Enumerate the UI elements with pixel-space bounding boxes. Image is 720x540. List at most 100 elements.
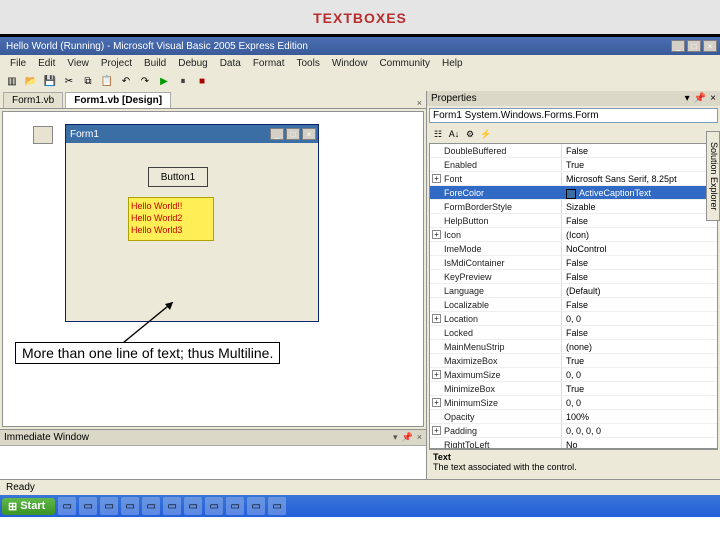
menu-view[interactable]: View — [61, 58, 95, 69]
property-value[interactable]: True — [562, 158, 717, 171]
menu-debug[interactable]: Debug — [172, 58, 213, 69]
property-value[interactable]: 0, 0 — [562, 312, 717, 325]
panel-close-icon[interactable]: × — [417, 432, 422, 443]
form1-minimize-button[interactable]: _ — [270, 128, 284, 140]
property-row-opacity[interactable]: Opacity100% — [430, 410, 717, 424]
property-value[interactable]: False — [562, 298, 717, 311]
run-icon[interactable]: ▶ — [156, 73, 172, 89]
property-value[interactable]: Sizable — [562, 200, 717, 213]
property-value[interactable]: (Default) — [562, 284, 717, 297]
expand-icon[interactable]: + — [432, 314, 441, 323]
menu-edit[interactable]: Edit — [32, 58, 61, 69]
cut-icon[interactable]: ✂ — [61, 73, 77, 89]
menu-data[interactable]: Data — [214, 58, 247, 69]
immediate-window-header[interactable]: Immediate Window ▾ 📌 × — [0, 430, 426, 446]
taskbar-item[interactable]: ▭ — [226, 497, 244, 515]
expand-icon[interactable]: + — [432, 398, 441, 407]
panel-close-icon[interactable]: × — [710, 93, 716, 104]
redo-icon[interactable]: ↷ — [137, 73, 153, 89]
property-row-doublebuffered[interactable]: DoubleBufferedFalse — [430, 144, 717, 158]
menu-project[interactable]: Project — [95, 58, 138, 69]
immediate-body[interactable] — [0, 446, 426, 483]
save-icon[interactable]: 💾 — [42, 73, 58, 89]
design-surface[interactable]: Form1 _ □ × Button1 Hello World!!Hello W… — [2, 111, 424, 427]
panel-pin-icon[interactable]: 📌 — [402, 432, 413, 443]
property-row-mainmenustrip[interactable]: MainMenuStrip(none) — [430, 340, 717, 354]
expand-icon[interactable]: + — [432, 426, 441, 435]
taskbar-item[interactable]: ▭ — [163, 497, 181, 515]
property-row-ismdicontainer[interactable]: IsMdiContainerFalse — [430, 256, 717, 270]
tab-close-icon[interactable]: × — [417, 98, 422, 108]
button1[interactable]: Button1 — [148, 167, 208, 187]
form-file-icon[interactable] — [33, 126, 53, 144]
property-row-minimizebox[interactable]: MinimizeBoxTrue — [430, 382, 717, 396]
menu-tools[interactable]: Tools — [291, 58, 326, 69]
panel-dropdown-icon[interactable]: ▾ — [393, 432, 398, 443]
property-value[interactable]: False — [562, 270, 717, 283]
properties-grid[interactable]: DoubleBufferedFalseEnabledTrue+FontMicro… — [429, 143, 718, 449]
taskbar-item[interactable]: ▭ — [58, 497, 76, 515]
taskbar-item[interactable]: ▭ — [184, 497, 202, 515]
alphabetical-icon[interactable]: A↓ — [447, 127, 461, 141]
close-button[interactable]: × — [703, 40, 717, 52]
property-row-formborderstyle[interactable]: FormBorderStyleSizable — [430, 200, 717, 214]
taskbar-item[interactable]: ▭ — [268, 497, 286, 515]
form1-maximize-button[interactable]: □ — [286, 128, 300, 140]
property-row-padding[interactable]: +Padding0, 0, 0, 0 — [430, 424, 717, 438]
menu-format[interactable]: Format — [247, 58, 291, 69]
start-button[interactable]: ⊞ Start — [2, 498, 55, 515]
property-value[interactable]: 0, 0, 0, 0 — [562, 424, 717, 437]
property-value[interactable]: 0, 0 — [562, 368, 717, 381]
property-value[interactable]: Microsoft Sans Serif, 8.25pt — [562, 172, 717, 185]
property-value[interactable]: False — [562, 214, 717, 227]
property-row-font[interactable]: +FontMicrosoft Sans Serif, 8.25pt — [430, 172, 717, 186]
new-project-icon[interactable]: ▥ — [4, 73, 20, 89]
minimize-button[interactable]: _ — [671, 40, 685, 52]
paste-icon[interactable]: 📋 — [99, 73, 115, 89]
tab-form1-design[interactable]: Form1.vb [Design] — [65, 92, 171, 108]
property-row-keypreview[interactable]: KeyPreviewFalse — [430, 270, 717, 284]
property-value[interactable]: False — [562, 256, 717, 269]
property-row-maximumsize[interactable]: +MaximumSize0, 0 — [430, 368, 717, 382]
menu-file[interactable]: File — [4, 58, 32, 69]
property-row-maximizebox[interactable]: MaximizeBoxTrue — [430, 354, 717, 368]
menu-window[interactable]: Window — [326, 58, 374, 69]
taskbar-item[interactable]: ▭ — [205, 497, 223, 515]
property-row-language[interactable]: Language(Default) — [430, 284, 717, 298]
property-row-minimumsize[interactable]: +MinimumSize0, 0 — [430, 396, 717, 410]
property-value[interactable]: True — [562, 382, 717, 395]
panel-dropdown-icon[interactable]: ▾ — [685, 93, 690, 104]
pause-icon[interactable]: ⏸ — [175, 73, 191, 89]
taskbar-item[interactable]: ▭ — [247, 497, 265, 515]
property-row-locked[interactable]: LockedFalse — [430, 326, 717, 340]
property-row-righttoleft[interactable]: RightToLeftNo — [430, 438, 717, 449]
stop-icon[interactable]: ■ — [194, 73, 210, 89]
copy-icon[interactable]: ⧉ — [80, 73, 96, 89]
tab-form1-code[interactable]: Form1.vb — [3, 92, 63, 108]
property-row-forecolor[interactable]: ForeColorActiveCaptionText — [430, 186, 717, 200]
multiline-textbox[interactable]: Hello World!!Hello World2Hello World3 — [128, 197, 214, 241]
property-row-localizable[interactable]: LocalizableFalse — [430, 298, 717, 312]
expand-icon[interactable]: + — [432, 370, 441, 379]
property-value[interactable]: (Icon) — [562, 228, 717, 241]
menu-build[interactable]: Build — [138, 58, 172, 69]
expand-icon[interactable]: + — [432, 230, 441, 239]
taskbar-item[interactable]: ▭ — [100, 497, 118, 515]
property-value[interactable]: ActiveCaptionText — [562, 186, 717, 199]
property-value[interactable]: 0, 0 — [562, 396, 717, 409]
property-value[interactable]: False — [562, 326, 717, 339]
form1-window[interactable]: Form1 _ □ × Button1 Hello World!!Hello W… — [65, 124, 319, 322]
solution-explorer-tab[interactable]: Solution Explorer — [706, 131, 720, 221]
property-value[interactable]: 100% — [562, 410, 717, 423]
categorized-icon[interactable]: ☷ — [431, 127, 445, 141]
form1-titlebar[interactable]: Form1 _ □ × — [66, 125, 318, 143]
property-value[interactable]: False — [562, 144, 717, 157]
property-row-location[interactable]: +Location0, 0 — [430, 312, 717, 326]
property-value[interactable]: True — [562, 354, 717, 367]
property-row-helpbutton[interactable]: HelpButtonFalse — [430, 214, 717, 228]
undo-icon[interactable]: ↶ — [118, 73, 134, 89]
menu-help[interactable]: Help — [436, 58, 469, 69]
form1-close-button[interactable]: × — [302, 128, 316, 140]
taskbar-item[interactable]: ▭ — [79, 497, 97, 515]
maximize-button[interactable]: □ — [687, 40, 701, 52]
